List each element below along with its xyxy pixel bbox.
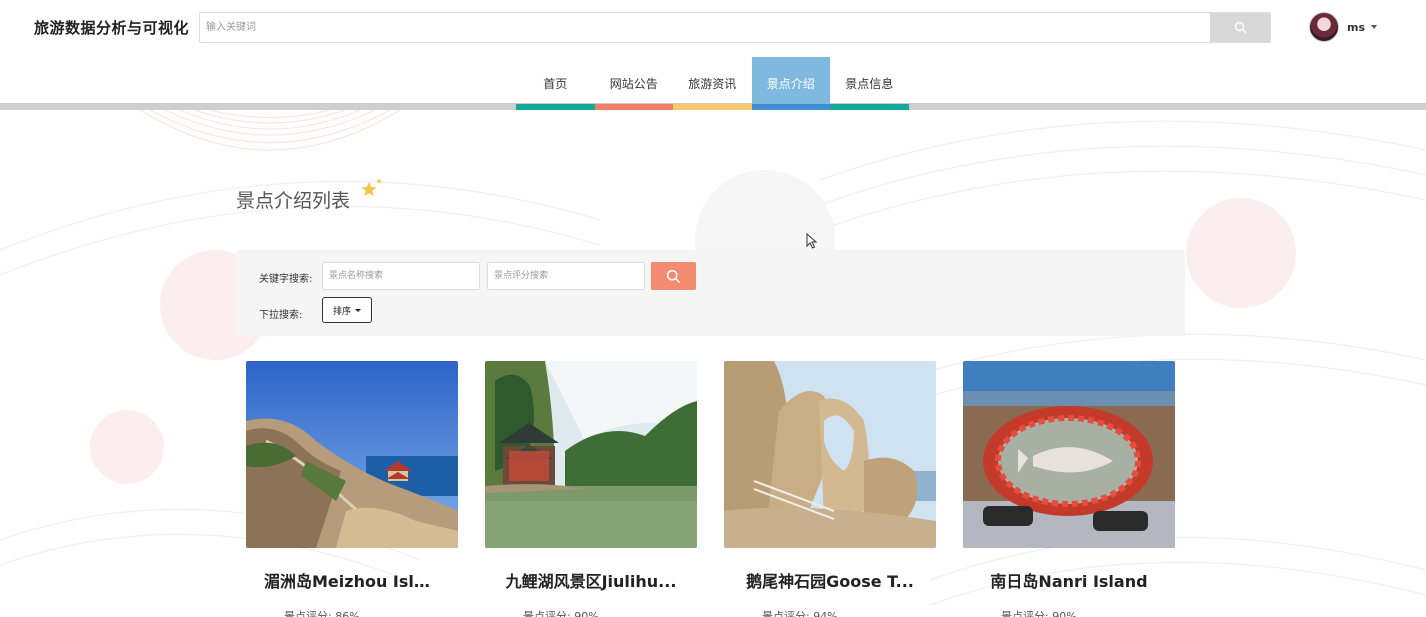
attraction-name-input[interactable] — [322, 262, 480, 290]
attraction-score: 景点评分: 86% — [284, 610, 360, 617]
page: 旅游数据分析与可视化 ms 首页 网站公告 旅游资讯 — [0, 0, 1426, 617]
nav-home-label: 首页 — [543, 77, 568, 91]
nav-travel-news[interactable]: 旅游资讯 — [673, 57, 752, 110]
caret-down-icon[interactable] — [1371, 25, 1378, 29]
nav-announcements-label: 网站公告 — [609, 77, 658, 91]
filter-panel: 关键字搜索: 下拉搜索: 排序 — [236, 250, 1185, 336]
attraction-image[interactable] — [485, 361, 697, 548]
attraction-card[interactable]: 九鲤湖风景区Jiulihu... 景点评分: 90% — [485, 361, 697, 617]
attraction-score: 景点评分: 94% — [762, 610, 838, 617]
nav-announcements-underline — [594, 104, 673, 110]
sort-dropdown[interactable]: 排序 — [322, 297, 372, 323]
attraction-image[interactable] — [963, 361, 1175, 548]
top-header: 旅游数据分析与可视化 ms — [0, 0, 1426, 56]
attraction-name[interactable]: 鹅尾神石园Goose T... — [724, 568, 936, 592]
attraction-score: 景点评分: 90% — [523, 610, 599, 617]
attraction-card[interactable]: 鹅尾神石园Goose T... 景点评分: 94% — [724, 361, 936, 617]
nav-attractions-info[interactable]: 景点信息 — [830, 57, 909, 110]
attraction-card[interactable]: 南日岛Nanri Island 景点评分: 90% — [963, 361, 1175, 617]
attraction-name[interactable]: 南日岛Nanri Island — [963, 568, 1175, 592]
nav-travel-news-label: 旅游资讯 — [688, 77, 737, 91]
attraction-score-input[interactable] — [487, 262, 645, 290]
user-menu[interactable]: ms — [1309, 12, 1378, 42]
global-search — [199, 12, 1271, 43]
nav-attractions-intro[interactable]: 景点介绍 — [751, 57, 830, 110]
nav-travel-news-underline — [673, 104, 752, 110]
avatar[interactable] — [1309, 12, 1339, 42]
attraction-name[interactable]: 湄洲岛Meizhou Island — [246, 568, 458, 592]
keyword-search-label: 关键字搜索: — [259, 274, 313, 285]
sort-dropdown-label: 排序 — [332, 306, 351, 317]
nav-attractions-intro-label: 景点介绍 — [766, 77, 815, 91]
nav-home-underline — [516, 104, 595, 110]
search-icon — [1234, 21, 1246, 34]
global-search-button[interactable] — [1210, 13, 1270, 42]
global-search-input[interactable] — [200, 13, 1210, 42]
page-title: 景点介绍列表 — [236, 190, 351, 212]
nav-attractions-info-underline — [830, 104, 909, 110]
dropdown-search-label: 下拉搜索: — [259, 310, 303, 321]
cursor-icon — [806, 233, 818, 249]
search-icon — [666, 269, 681, 283]
main-nav: 首页 网站公告 旅游资讯 景点介绍 景点信息 — [516, 57, 909, 110]
site-title[interactable]: 旅游数据分析与可视化 — [34, 17, 189, 38]
nav-home[interactable]: 首页 — [516, 57, 595, 110]
attraction-card[interactable]: 湄洲岛Meizhou Island 景点评分: 86% — [246, 361, 458, 617]
attraction-score: 景点评分: 90% — [1001, 610, 1077, 617]
attraction-image[interactable] — [724, 361, 936, 548]
attraction-image[interactable] — [246, 361, 458, 548]
caret-down-icon — [355, 308, 361, 312]
nav-attractions-info-label: 景点信息 — [845, 77, 894, 91]
nav-announcements[interactable]: 网站公告 — [594, 57, 673, 110]
attraction-name[interactable]: 九鲤湖风景区Jiulihu... — [485, 568, 697, 592]
username[interactable]: ms — [1347, 21, 1365, 34]
star-icon — [361, 179, 381, 196]
filter-search-button[interactable] — [651, 262, 696, 290]
nav-attractions-intro-underline — [751, 104, 830, 110]
